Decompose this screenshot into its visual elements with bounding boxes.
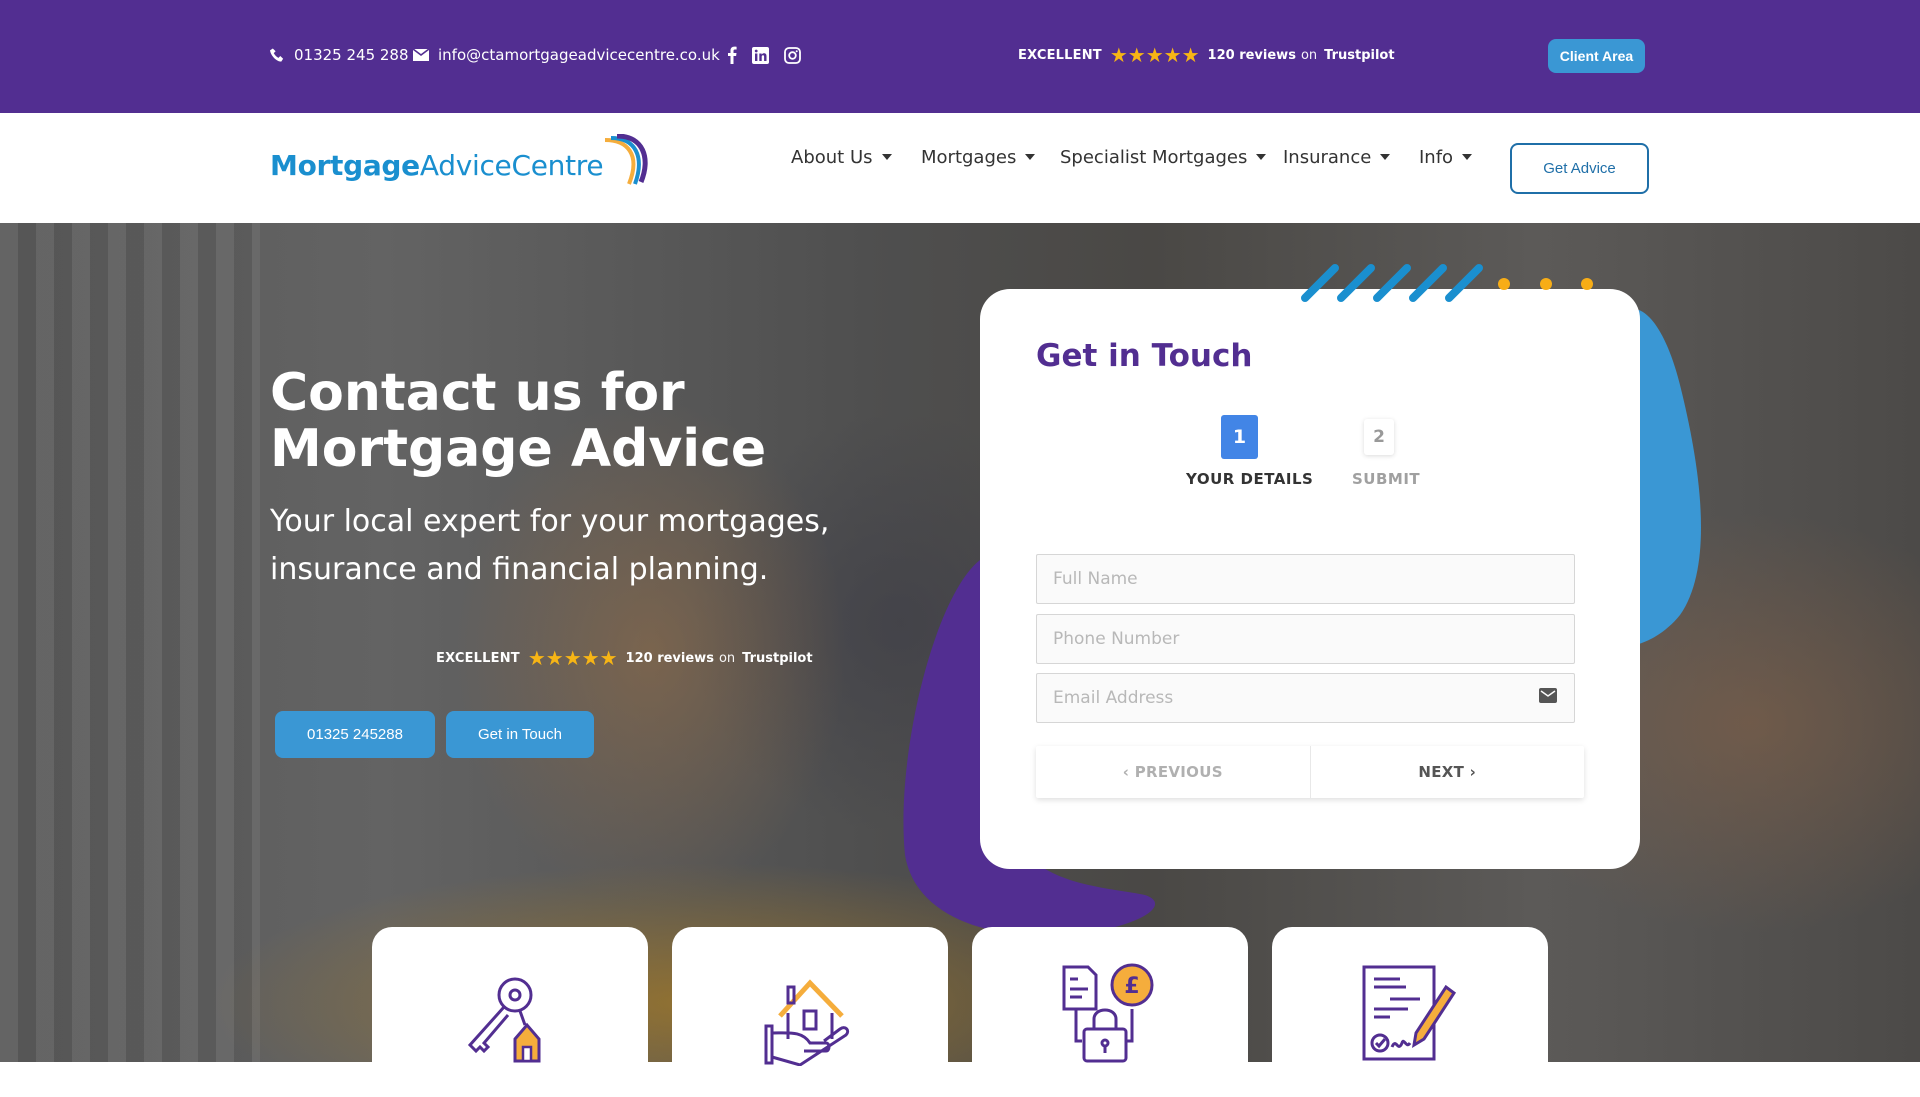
signed-contract-icon <box>1362 965 1457 1061</box>
star-icon: ★ <box>1163 43 1182 67</box>
keys-house-icon <box>467 977 541 1063</box>
nav-label: Mortgages <box>921 146 1017 168</box>
nav-label: Specialist Mortgages <box>1060 146 1248 168</box>
hero-subtitle: Your local expert for your mortgages, in… <box>270 504 830 587</box>
get-advice-button[interactable]: Get Advice <box>1510 143 1649 194</box>
call-phone-button[interactable]: 01325 245288 <box>275 711 435 758</box>
nav-label: About Us <box>791 146 873 168</box>
caret-down-icon <box>1025 154 1036 160</box>
form-title: Get in Touch <box>1036 338 1253 374</box>
service-card[interactable] <box>372 927 648 1097</box>
service-card[interactable]: £ <box>972 927 1248 1097</box>
phone-number-input[interactable] <box>1036 614 1575 664</box>
phone-number: 01325 245 288 <box>294 46 409 64</box>
review-count: 120 reviews <box>1207 47 1296 63</box>
hero-trustpilot-widget[interactable]: EXCELLENT ★ ★ ★ ★ ★ 120 reviews on Trustpilo… <box>436 648 813 668</box>
nav-mortgages[interactable]: Mortgages <box>921 146 1036 168</box>
step-1-label: YOUR DETAILS <box>1186 470 1314 488</box>
nav-about-us[interactable]: About Us <box>791 147 892 168</box>
get-in-touch-button[interactable]: Get in Touch <box>446 711 594 758</box>
caret-down-icon <box>881 154 892 160</box>
trustpilot-brand: Trustpilot <box>1324 47 1395 63</box>
facebook-icon[interactable] <box>727 46 737 64</box>
phone-icon <box>270 48 284 62</box>
email-address: info@ctamortgageadvicecentre.co.uk <box>438 46 720 64</box>
house-in-hand-icon <box>764 979 850 1066</box>
hero-background-stripes <box>0 223 260 1063</box>
step-2-label: SUBMIT <box>1352 470 1421 488</box>
star-icon: ★ <box>1181 43 1200 67</box>
next-button[interactable]: NEXT › <box>1311 746 1585 798</box>
rating-word: EXCELLENT <box>1018 47 1102 63</box>
star-icon: ★ <box>527 646 546 670</box>
star-icon: ★ <box>599 646 618 670</box>
client-area-button[interactable]: Client Area <box>1548 39 1645 73</box>
svg-text:£: £ <box>1124 974 1139 999</box>
previous-button[interactable]: ‹ PREVIOUS <box>1036 746 1311 798</box>
email-link[interactable]: info@ctamortgageadvicecentre.co.uk <box>413 46 720 64</box>
nav-insurance[interactable]: Insurance <box>1283 146 1391 168</box>
nav-label: Info <box>1419 146 1454 168</box>
full-name-input[interactable] <box>1036 554 1575 604</box>
caret-down-icon <box>1256 154 1267 160</box>
star-icon: ★ <box>563 646 582 670</box>
nav-info[interactable]: Info <box>1419 146 1473 168</box>
step-2-indicator[interactable]: 2 <box>1364 419 1394 455</box>
instagram-icon[interactable] <box>784 46 801 64</box>
star-icon: ★ <box>581 646 600 670</box>
step-1-indicator[interactable]: 1 <box>1221 415 1258 459</box>
nav-label: Insurance <box>1283 146 1372 168</box>
linkedin-icon[interactable] <box>752 46 769 64</box>
star-rating: ★ ★ ★ ★ ★ <box>528 648 618 668</box>
logo-swoosh-icon <box>605 134 648 185</box>
star-icon: ★ <box>545 646 564 670</box>
social-links <box>727 46 801 64</box>
star-icon: ★ <box>1145 43 1164 67</box>
review-count: 120 reviews <box>625 650 714 666</box>
phone-link[interactable]: 01325 245 288 <box>270 46 409 64</box>
star-rating: ★ ★ ★ ★ ★ <box>1110 45 1200 65</box>
caret-down-icon <box>1462 154 1473 160</box>
decorative-stripes-dots <box>1301 264 1593 302</box>
rating-word: EXCELLENT <box>436 650 520 666</box>
document-pound-lock-icon: £ <box>1062 963 1154 1063</box>
trustpilot-widget[interactable]: EXCELLENT ★ ★ ★ ★ ★ 120 reviews on Trustpilo… <box>1018 45 1395 65</box>
logo-text-bold: Mortgage <box>270 148 420 182</box>
email-address-input[interactable] <box>1036 673 1575 723</box>
form-pagination: ‹ PREVIOUS NEXT › <box>1036 746 1584 798</box>
star-icon: ★ <box>1109 43 1128 67</box>
service-card[interactable] <box>672 927 948 1097</box>
service-card[interactable] <box>1272 927 1548 1097</box>
caret-down-icon <box>1380 154 1391 160</box>
logo[interactable]: Mortgage AdviceCentre <box>270 134 649 190</box>
envelope-icon <box>1539 688 1557 703</box>
top-bar: 01325 245 288 info@ctamortgageadvicecent… <box>0 0 1920 113</box>
star-icon: ★ <box>1127 43 1146 67</box>
envelope-icon <box>413 49 429 61</box>
on-text: on <box>718 650 736 666</box>
logo-text-regular: AdviceCentre <box>419 148 604 182</box>
hero-title: Contact us for Mortgage Advice <box>270 363 767 479</box>
page-divider <box>0 1062 1920 1080</box>
trustpilot-brand: Trustpilot <box>742 650 813 666</box>
nav-specialist-mortgages[interactable]: Specialist Mortgages <box>1060 146 1267 168</box>
on-text: on <box>1300 47 1318 63</box>
